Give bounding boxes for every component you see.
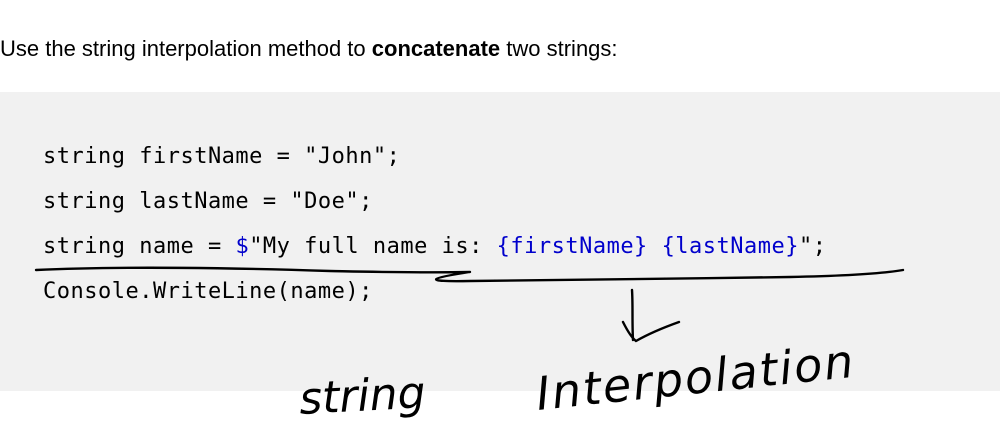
interpolation-dollar-sign: $ (235, 234, 250, 259)
code-line-3-space (648, 234, 662, 259)
code-line-3: string name = $"My full name is: {firstN… (43, 234, 827, 259)
code-line-3-string: "My full name is: (249, 234, 497, 259)
placeholder-lastname: {lastName} (661, 234, 800, 259)
code-line-1: string firstName = "John"; (43, 144, 401, 169)
code-line-2: string lastName = "Doe"; (43, 189, 373, 214)
code-line-3-decl: string name = (43, 234, 236, 259)
intro-bold-keyword: concatenate (371, 36, 501, 61)
intro-text-after: two strings: (500, 36, 618, 61)
code-example-box: string firstName = "John"; string lastNa… (0, 92, 1000, 391)
code-line-3-end: "; (799, 234, 827, 259)
placeholder-firstname: {firstName} (496, 234, 648, 259)
intro-paragraph: Use the string interpolation method to c… (0, 36, 618, 62)
intro-text-before: Use the string interpolation method to (0, 36, 372, 61)
code-line-4: Console.WriteLine(name); (43, 279, 373, 304)
